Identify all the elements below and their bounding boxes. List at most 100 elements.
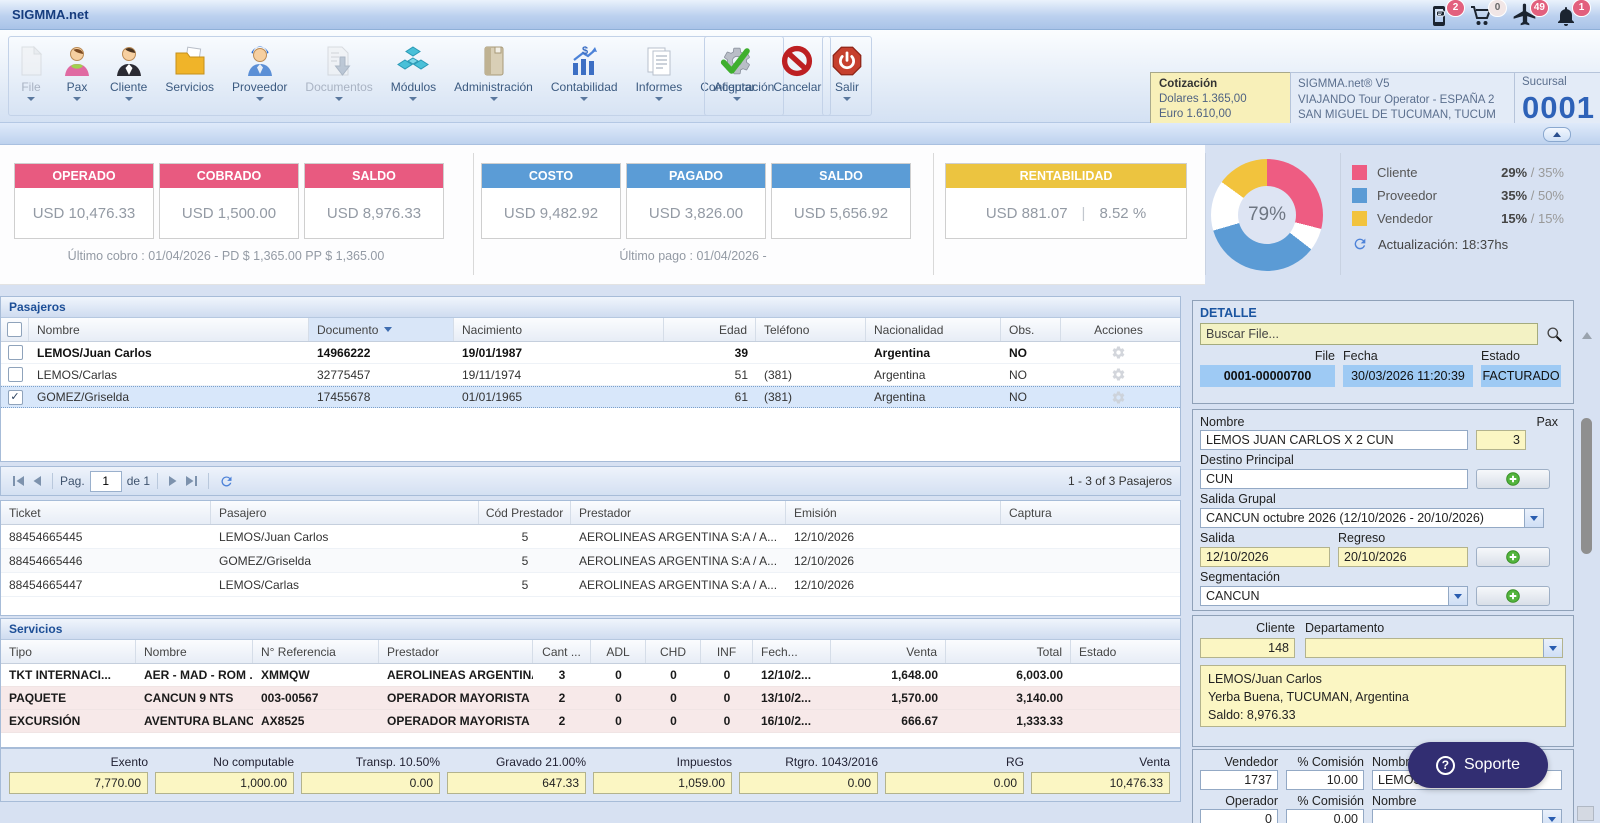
scroll-up-arrow[interactable] <box>1582 332 1592 339</box>
vendedor-comision-label: % Comisión <box>1286 755 1364 769</box>
col-pasajero[interactable]: Pasajero <box>211 501 479 524</box>
row-checkbox[interactable] <box>8 367 23 382</box>
servicio-row[interactable]: EXCURSIÓNAVENTURA BLANCA AX8525OPERADOR … <box>1 710 1180 733</box>
col-chd[interactable]: CHD <box>646 640 701 663</box>
saldo-venta-card: SALDO USD 8,976.33 <box>304 163 444 239</box>
destino-label: Destino Principal <box>1200 453 1566 467</box>
pax-input[interactable]: 3 <box>1476 430 1526 450</box>
cancel-button[interactable]: Cancelar <box>764 37 830 94</box>
toolbar-item-file[interactable]: File <box>9 37 53 101</box>
messages-button[interactable]: 2 <box>1428 2 1456 28</box>
soporte-button[interactable]: ? Soporte <box>1408 742 1548 788</box>
add-fechas-button[interactable] <box>1476 547 1550 567</box>
salida-grupal-select[interactable]: CANCUN octubre 2026 (12/10/2026 - 20/10/… <box>1200 508 1544 528</box>
col-referencia[interactable]: N° Referencia <box>253 640 379 663</box>
resize-grip[interactable] <box>1577 806 1594 821</box>
add-destino-button[interactable] <box>1476 469 1550 489</box>
destino-input[interactable]: CUN <box>1200 469 1468 489</box>
vendedor-comision-input[interactable]: 10.00 <box>1286 770 1364 790</box>
col-adl[interactable]: ADL <box>591 640 646 663</box>
col-tipo[interactable]: Tipo <box>1 640 136 663</box>
row-actions-gear-icon[interactable] <box>1111 345 1126 360</box>
next-page-button[interactable] <box>165 473 182 489</box>
accept-button[interactable]: Aceptar <box>705 37 764 94</box>
nombre-file-input[interactable]: LEMOS JUAN CARLOS X 2 CUN <box>1200 430 1468 450</box>
col-nacionalidad[interactable]: Nacionalidad <box>866 318 1001 341</box>
search-icon[interactable] <box>1546 326 1563 343</box>
toolbar-item-pax[interactable]: Pax <box>53 37 101 101</box>
ticket-row[interactable]: 88454665445LEMOS/Juan Carlos 5AEROLINEAS… <box>1 525 1180 549</box>
buscar-file-input[interactable] <box>1200 323 1538 345</box>
col-fecha[interactable]: Fech... <box>753 640 831 663</box>
toolbar-item-documentos[interactable]: Documentos <box>296 37 381 101</box>
page-input[interactable] <box>90 471 122 492</box>
col-cant[interactable]: Cant ... <box>533 640 591 663</box>
pasajero-row[interactable]: LEMOS/Juan Carlos 14966222 19/01/1987 39… <box>1 342 1180 364</box>
col-captura[interactable]: Captura <box>1001 501 1176 524</box>
col-obs[interactable]: Obs. <box>1001 318 1061 341</box>
costo-value: USD 9,482.92 <box>482 188 620 238</box>
exit-button[interactable]: Salir <box>823 37 871 101</box>
last-page-button[interactable] <box>182 473 201 489</box>
col-estado[interactable]: Estado <box>1071 640 1176 663</box>
col-nombre[interactable]: Nombre <box>29 318 309 341</box>
departamento-select[interactable] <box>1305 638 1563 658</box>
collapse-summary-button[interactable] <box>1543 127 1571 142</box>
operador-nombre-select[interactable] <box>1372 809 1562 823</box>
row-actions-gear-icon[interactable] <box>1111 390 1126 405</box>
servicio-row[interactable]: TKT INTERNACI...AER - MAD - ROM ... XMMQ… <box>1 664 1180 687</box>
toolbar-item-cliente[interactable]: Cliente <box>101 37 156 101</box>
col-cod-prestador[interactable]: Cód Prestador <box>479 501 571 524</box>
row-checkbox[interactable] <box>8 345 23 360</box>
cliente-code-input[interactable]: 148 <box>1200 638 1295 658</box>
col-telefono[interactable]: Teléfono <box>756 318 866 341</box>
ticket-row[interactable]: 88454665446GOMEZ/Griselda 5AEROLINEAS AR… <box>1 549 1180 573</box>
col-prestador[interactable]: Prestador <box>571 501 786 524</box>
row-actions-gear-icon[interactable] <box>1111 367 1126 382</box>
cliente-box: Cliente Departamento 148 LEMOS/Juan Carl… <box>1192 615 1574 747</box>
pasajero-row[interactable]: LEMOS/Carlas 32775457 19/11/1974 51 (381… <box>1 364 1180 386</box>
col-emision[interactable]: Emisión <box>786 501 1001 524</box>
panel-scrollbar-thumb[interactable] <box>1581 418 1592 554</box>
col-nacimiento[interactable]: Nacimiento <box>454 318 664 341</box>
regreso-date-input[interactable]: 20/10/2026 <box>1338 547 1468 567</box>
messages-count-badge: 2 <box>1446 0 1465 17</box>
col-total[interactable]: Total <box>946 640 1071 663</box>
col-prestador[interactable]: Prestador <box>379 640 533 663</box>
toolbar-item-contabilidad[interactable]: $ Contabilidad <box>542 37 627 101</box>
sucursal-label: Sucursal <box>1522 76 1594 88</box>
detalle-title: DETALLE <box>1200 306 1566 320</box>
col-edad[interactable]: Edad <box>664 318 756 341</box>
toolbar-item-administracion[interactable]: Administración <box>445 37 542 101</box>
segmentacion-select[interactable]: CANCUN <box>1200 586 1468 606</box>
toolbar-item-servicios[interactable]: Servicios <box>156 37 223 101</box>
alerts-button[interactable]: 1 <box>1554 2 1582 28</box>
col-nombre[interactable]: Nombre <box>136 640 253 663</box>
flights-button[interactable]: 49 <box>1512 2 1540 28</box>
accept-check-icon <box>719 44 751 78</box>
refresh-chart-button[interactable]: Actualización: 18:37hs <box>1352 236 1564 252</box>
toolbar-item-informes[interactable]: Informes <box>627 37 692 101</box>
vendedor-code-input[interactable]: 1737 <box>1200 770 1278 790</box>
col-inf[interactable]: INF <box>701 640 753 663</box>
col-venta[interactable]: Venta <box>831 640 946 663</box>
toolbar-item-modulos[interactable]: Módulos <box>382 37 445 101</box>
col-documento[interactable]: Documento <box>309 318 454 341</box>
toolbar-item-proveedor[interactable]: Proveedor <box>223 37 296 101</box>
row-checkbox[interactable]: ✓ <box>8 390 23 405</box>
refresh-list-button[interactable] <box>216 472 237 491</box>
rate-dolares: Dolares 1.365,00 <box>1159 92 1295 107</box>
pasajero-row-selected[interactable]: ✓ GOMEZ/Griselda 17455678 01/01/1965 61 … <box>1 386 1180 408</box>
add-segmentacion-button[interactable] <box>1476 586 1550 606</box>
prev-page-button[interactable] <box>28 473 45 489</box>
alerts-count-badge: 1 <box>1572 0 1591 17</box>
salida-date-input[interactable]: 12/10/2026 <box>1200 547 1330 567</box>
first-page-button[interactable] <box>9 473 28 489</box>
operador-comision-input[interactable]: 0.00 <box>1286 809 1364 823</box>
col-ticket[interactable]: Ticket <box>1 501 211 524</box>
select-all-checkbox[interactable] <box>7 322 22 337</box>
ticket-row[interactable]: 88454665447LEMOS/Carlas 5AEROLINEAS ARGE… <box>1 573 1180 597</box>
operador-code-input[interactable]: 0 <box>1200 809 1278 823</box>
servicio-row[interactable]: PAQUETECANCUN 9 NTS 003-00567OPERADOR MA… <box>1 687 1180 710</box>
cart-button[interactable]: 0 <box>1470 2 1498 28</box>
